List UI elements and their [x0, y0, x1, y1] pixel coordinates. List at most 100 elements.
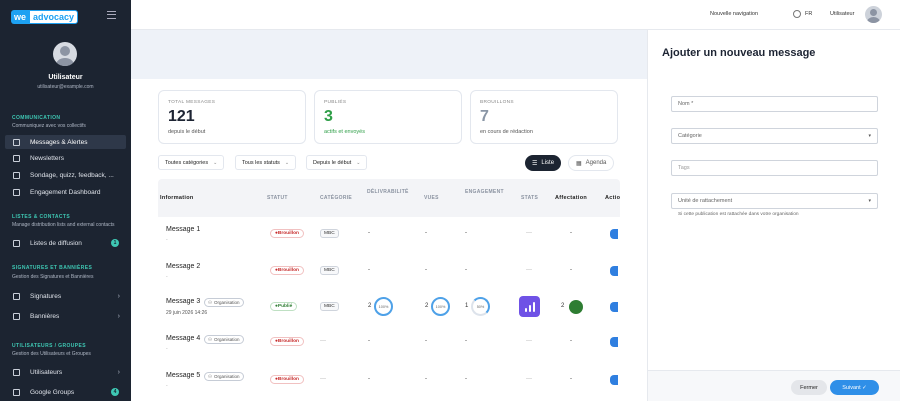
chevron-down-icon: ⌄	[356, 159, 361, 166]
status-badge: ● Brouillon	[270, 229, 304, 238]
views-value: -	[425, 230, 427, 236]
organisation-label: Organisation	[214, 374, 240, 379]
view-list-button[interactable]: ☰ Liste	[525, 155, 562, 171]
name-field[interactable]: Nom *	[671, 96, 878, 112]
main-content: TOTAL MESSAGES 121 depuis le début PUBLI…	[131, 79, 647, 401]
status-label: Brouillon	[277, 231, 299, 236]
section-signatures-subtitle: Gestion des Signatures et Bannières	[12, 274, 94, 280]
engagement-ring: 50%	[471, 297, 490, 316]
row-action-button[interactable]	[610, 337, 618, 347]
stat-card-total: TOTAL MESSAGES 121 depuis le début	[158, 90, 306, 144]
sidebar-item-signatures[interactable]: Signatures ›	[5, 289, 126, 303]
assignment-value: 2	[561, 303, 565, 309]
close-button[interactable]: Fermer	[791, 380, 827, 395]
view-list-label: Liste	[541, 160, 555, 166]
status-badge: ● Brouillon	[270, 337, 304, 346]
tags-placeholder: Tags	[678, 165, 690, 171]
engagement-value: 1	[465, 303, 469, 309]
views-value: -	[425, 338, 427, 344]
organisation-label: Organisation	[214, 337, 240, 342]
stats-value: —	[526, 376, 532, 382]
organisation-badge: ⚇ Organisation	[204, 372, 244, 381]
sidebar-item-newsletters[interactable]: Newsletters	[5, 151, 126, 165]
new-navigation-link[interactable]: Nouvelle navigation	[710, 11, 758, 17]
group-assignment-icon[interactable]	[569, 300, 583, 314]
sidebar-item-label: Newsletters	[30, 154, 64, 162]
category-select[interactable]: Catégorie ▾	[671, 128, 878, 144]
message-name[interactable]: Message 2	[166, 263, 200, 270]
filter-categories[interactable]: Toutes catégories ⌄	[158, 155, 225, 170]
stat-card-published: PUBLIÉS 3 actifs et envoyés	[314, 90, 462, 144]
tags-field[interactable]: Tags	[671, 160, 878, 176]
status-label: Publié	[277, 304, 293, 309]
row-action-button[interactable]	[610, 266, 618, 276]
filter-label: Tous les statuts	[242, 159, 280, 166]
topbar-user-name[interactable]: Utilisateur	[830, 11, 854, 17]
col-assignment[interactable]: Affectation	[555, 195, 587, 201]
sidebar-item-listes-diffusion[interactable]: Listes de diffusion 1	[5, 236, 126, 250]
engagement-value: -	[465, 376, 467, 382]
col-information[interactable]: Information	[160, 195, 194, 201]
globe-icon[interactable]	[793, 10, 801, 18]
message-sub: -	[166, 346, 168, 352]
category-badge: MBC	[320, 229, 339, 238]
name-placeholder: Nom *	[678, 101, 694, 107]
stats-value: —	[526, 267, 532, 273]
poll-icon	[13, 171, 20, 179]
chevron-right-icon: ›	[117, 312, 120, 320]
sidebar-item-bannieres[interactable]: Bannières ›	[5, 309, 126, 323]
signature-icon	[13, 292, 20, 300]
section-communication-title: COMMUNICATION	[12, 115, 61, 121]
category-badge: MBC	[320, 302, 339, 311]
message-name[interactable]: Message 1	[166, 226, 200, 233]
filter-period[interactable]: Depuis le début ⌄	[306, 155, 368, 170]
stat-label: BROUILLONS	[480, 100, 514, 105]
sidebar-item-label: Messages & Alertes	[30, 138, 88, 146]
stats-chart-button[interactable]	[519, 296, 540, 317]
stat-sub: depuis le début	[168, 129, 206, 135]
language-selector[interactable]: FR	[805, 11, 812, 17]
status-label: Brouillon	[277, 339, 299, 344]
col-actions: Actio	[605, 195, 621, 201]
app-logo[interactable]: we advocacy	[11, 10, 79, 24]
sidebar: we advocacy Utilisateur utilisateur@examp…	[0, 0, 131, 401]
message-name[interactable]: Message 4	[166, 335, 200, 342]
category-value: —	[320, 338, 326, 344]
sidebar-item-engagement-dashboard[interactable]: Engagement Dashboard	[5, 185, 126, 199]
sidebar-item-utilisateurs[interactable]: Utilisateurs ›	[5, 365, 126, 379]
caret-down-icon: ▾	[868, 133, 871, 139]
row-action-button[interactable]	[610, 302, 618, 312]
user-avatar[interactable]	[53, 42, 77, 66]
message-icon	[13, 138, 20, 146]
top-bar: Nouvelle navigation FR Utilisateur	[131, 0, 900, 30]
col-category[interactable]: CATÉGORIE	[320, 195, 352, 201]
filter-statuses[interactable]: Tous les statuts ⌄	[235, 155, 297, 170]
col-views[interactable]: VUES	[424, 195, 439, 201]
status-badge: ● Brouillon	[270, 266, 304, 275]
unit-select[interactable]: Unité de rattachement ▾	[671, 193, 878, 209]
list-icon	[13, 239, 20, 247]
stat-value: 3	[324, 108, 333, 125]
col-engagement[interactable]: ENGAGEMENT	[465, 189, 504, 195]
message-sub: -	[166, 237, 168, 243]
row-action-button[interactable]	[610, 375, 618, 385]
message-name[interactable]: Message 3	[166, 298, 200, 305]
message-name[interactable]: Message 5	[166, 372, 200, 379]
panel-footer: Fermer Suivant ✓	[648, 370, 900, 401]
deliverability-value: -	[368, 376, 370, 382]
topbar-avatar[interactable]	[865, 6, 882, 23]
views-ring: 100%	[431, 297, 450, 316]
col-stats: STATS	[521, 195, 539, 201]
col-deliverability[interactable]: DÉLIVRABILITÉ	[367, 189, 409, 195]
view-agenda-button[interactable]: ▦ Agenda	[568, 155, 615, 171]
newsletter-icon	[13, 154, 20, 162]
sidebar-item-messages-alertes[interactable]: Messages & Alertes	[5, 135, 126, 149]
next-button[interactable]: Suivant ✓	[830, 380, 879, 395]
filter-label: Depuis le début	[313, 159, 352, 166]
hamburger-menu-icon[interactable]	[107, 11, 116, 19]
sidebar-item-sondage[interactable]: Sondage, quizz, feedback, ...	[5, 168, 126, 182]
sidebar-item-google-groups[interactable]: Google Groups 4	[5, 385, 126, 399]
col-status[interactable]: STATUT	[267, 195, 288, 201]
sidebar-user-name: Utilisateur	[48, 74, 83, 81]
row-action-button[interactable]	[610, 229, 618, 239]
